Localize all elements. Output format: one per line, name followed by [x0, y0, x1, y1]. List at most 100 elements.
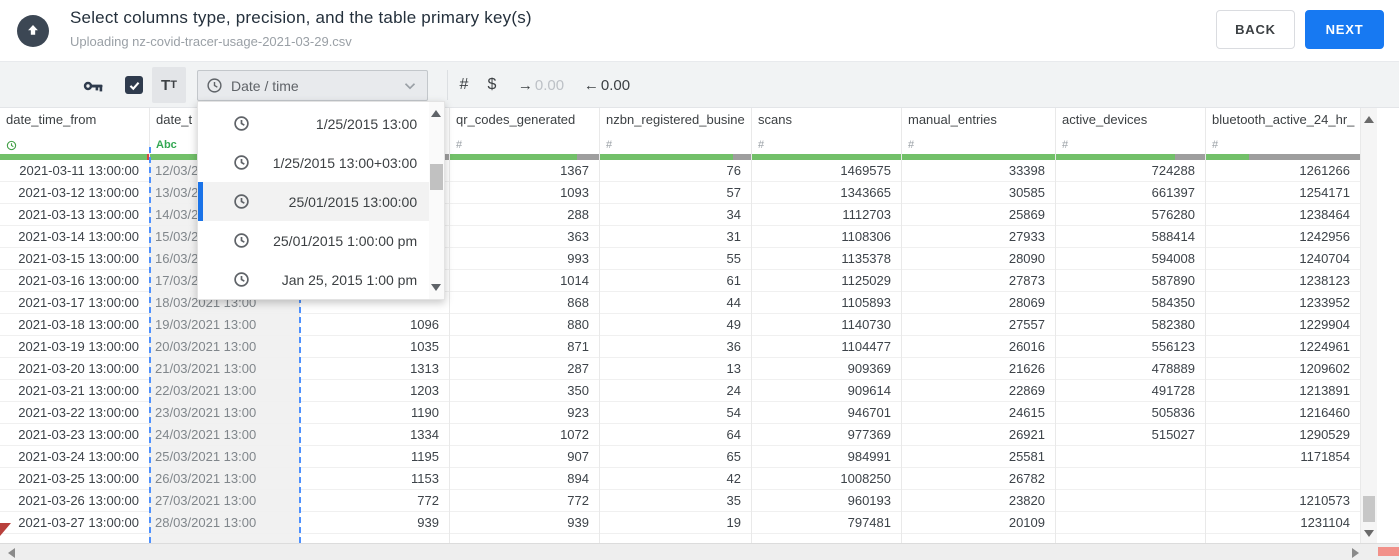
table-cell[interactable]: 1254171 — [1206, 182, 1360, 204]
text-type-button[interactable]: TT — [152, 67, 186, 103]
table-cell[interactable]: 772 — [450, 490, 599, 512]
table-cell[interactable]: 23/03/2021 13:00 — [150, 402, 299, 424]
table-cell[interactable] — [1206, 468, 1360, 490]
column-header[interactable]: date_time_from — [0, 108, 149, 140]
table-cell[interactable]: 35 — [600, 490, 751, 512]
table-cell[interactable]: 76 — [600, 160, 751, 182]
vertical-scrollbar[interactable] — [1361, 108, 1377, 543]
table-cell[interactable]: 54 — [600, 402, 751, 424]
table-cell[interactable]: 576280 — [1056, 204, 1205, 226]
table-cell[interactable]: 1233952 — [1206, 292, 1360, 314]
table-cell[interactable]: 1242956 — [1206, 226, 1360, 248]
table-cell[interactable]: 582380 — [1056, 314, 1205, 336]
table-cell[interactable]: 49 — [600, 314, 751, 336]
table-cell[interactable]: 960193 — [752, 490, 901, 512]
table-cell[interactable]: 1213891 — [1206, 380, 1360, 402]
table-cell[interactable]: 2021-03-19 13:00:00 — [0, 336, 149, 358]
dropdown-scrollbar-thumb[interactable] — [430, 164, 444, 190]
scroll-up-icon[interactable] — [1364, 116, 1374, 123]
table-cell[interactable]: 55 — [600, 248, 751, 270]
table-cell[interactable]: 907 — [450, 446, 599, 468]
table-cell[interactable]: 1261266 — [1206, 160, 1360, 182]
table-cell[interactable]: 20109 — [902, 512, 1055, 534]
table-cell[interactable]: 515027 — [1056, 424, 1205, 446]
table-cell[interactable]: 939 — [300, 512, 449, 534]
table-cell[interactable]: 1190 — [300, 402, 449, 424]
table-cell[interactable]: 24615 — [902, 402, 1055, 424]
table-cell[interactable]: 909614 — [752, 380, 901, 402]
table-cell[interactable]: 34 — [600, 204, 751, 226]
table-cell[interactable]: 1343665 — [752, 182, 901, 204]
table-cell[interactable]: 26016 — [902, 336, 1055, 358]
table-cell[interactable]: 33398 — [902, 160, 1055, 182]
table-cell[interactable]: 871 — [450, 336, 599, 358]
table-cell[interactable]: 42 — [600, 468, 751, 490]
column-header[interactable]: bluetooth_active_24_hr_ — [1206, 108, 1360, 140]
currency-type-button[interactable]: $ — [480, 62, 504, 108]
number-type-button[interactable]: # — [452, 62, 476, 108]
table-cell[interactable]: 24/03/2021 13:00 — [150, 424, 299, 446]
table-cell[interactable]: 2021-03-27 13:00:00 — [0, 512, 149, 534]
table-cell[interactable]: 28069 — [902, 292, 1055, 314]
table-cell[interactable]: 65 — [600, 446, 751, 468]
table-cell[interactable]: 13 — [600, 358, 751, 380]
dropdown-option[interactable]: 25/01/2015 1:00:00 pm — [198, 221, 429, 260]
table-cell[interactable]: 2021-03-20 13:00:00 — [0, 358, 149, 380]
table-cell[interactable]: 1209602 — [1206, 358, 1360, 380]
table-cell[interactable]: 2021-03-17 13:00:00 — [0, 292, 149, 314]
table-cell[interactable]: 1240704 — [1206, 248, 1360, 270]
table-cell[interactable]: 1153 — [300, 468, 449, 490]
table-cell[interactable]: 287 — [450, 358, 599, 380]
table-cell[interactable]: 1290529 — [1206, 424, 1360, 446]
table-cell[interactable]: 2021-03-18 13:00:00 — [0, 314, 149, 336]
table-cell[interactable]: 363 — [450, 226, 599, 248]
table-cell[interactable]: 20/03/2021 13:00 — [150, 336, 299, 358]
column-type-dropdown[interactable]: Date / time — [197, 70, 428, 101]
table-cell[interactable]: 724288 — [1056, 160, 1205, 182]
table-cell[interactable]: 1231104 — [1206, 512, 1360, 534]
table-cell[interactable]: 28/03/2021 13:00 — [150, 512, 299, 534]
table-cell[interactable]: 22869 — [902, 380, 1055, 402]
table-cell[interactable]: 1334 — [300, 424, 449, 446]
table-cell[interactable]: 1238464 — [1206, 204, 1360, 226]
table-cell[interactable]: 1072 — [450, 424, 599, 446]
table-cell[interactable]: 288 — [450, 204, 599, 226]
table-cell[interactable]: 588414 — [1056, 226, 1205, 248]
table-cell[interactable]: 2021-03-16 13:00:00 — [0, 270, 149, 292]
table-cell[interactable]: 27933 — [902, 226, 1055, 248]
table-cell[interactable] — [1056, 512, 1205, 534]
table-cell[interactable]: 21/03/2021 13:00 — [150, 358, 299, 380]
table-cell[interactable]: 25581 — [902, 446, 1055, 468]
table-cell[interactable]: 2021-03-23 13:00:00 — [0, 424, 149, 446]
table-cell[interactable]: 25/03/2021 13:00 — [150, 446, 299, 468]
include-column-checkbox[interactable] — [124, 62, 144, 108]
column-header[interactable]: active_devices — [1056, 108, 1205, 140]
table-cell[interactable]: 19/03/2021 13:00 — [150, 314, 299, 336]
column-header[interactable]: scans — [752, 108, 901, 140]
table-cell[interactable]: 1014 — [450, 270, 599, 292]
table-cell[interactable]: 24 — [600, 380, 751, 402]
next-button[interactable]: NEXT — [1305, 10, 1384, 49]
table-cell[interactable]: 1171854 — [1206, 446, 1360, 468]
table-cell[interactable] — [1056, 490, 1205, 512]
table-cell[interactable]: 880 — [450, 314, 599, 336]
table-cell[interactable]: 22/03/2021 13:00 — [150, 380, 299, 402]
table-cell[interactable]: 2021-03-26 13:00:00 — [0, 490, 149, 512]
table-cell[interactable]: 2021-03-14 13:00:00 — [0, 226, 149, 248]
table-cell[interactable]: 64 — [600, 424, 751, 446]
table-cell[interactable] — [1056, 446, 1205, 468]
column-header[interactable]: nzbn_registered_busine — [600, 108, 751, 140]
table-cell[interactable]: 797481 — [752, 512, 901, 534]
table-cell[interactable] — [1056, 468, 1205, 490]
table-cell[interactable]: 478889 — [1056, 358, 1205, 380]
table-cell[interactable]: 1216460 — [1206, 402, 1360, 424]
scroll-right-icon[interactable] — [1352, 548, 1359, 558]
table-cell[interactable]: 61 — [600, 270, 751, 292]
table-cell[interactable]: 1203 — [300, 380, 449, 402]
table-cell[interactable]: 31 — [600, 226, 751, 248]
dropdown-option[interactable]: Jan 25, 2015 1:00 pm — [198, 260, 429, 299]
dropdown-option[interactable]: 25/01/2015 13:00:00 — [198, 182, 430, 221]
table-cell[interactable]: 30585 — [902, 182, 1055, 204]
table-cell[interactable]: 977369 — [752, 424, 901, 446]
table-cell[interactable]: 26/03/2021 13:00 — [150, 468, 299, 490]
